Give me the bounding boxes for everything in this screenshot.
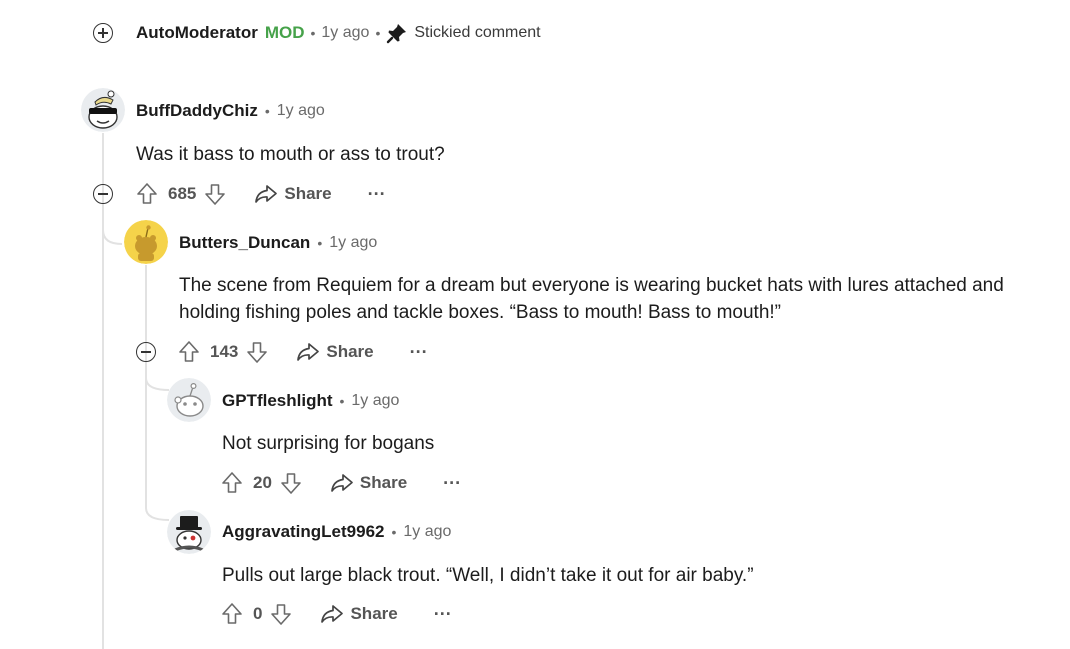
comment-header: GPTfleshlight • 1y ago — [222, 387, 399, 415]
comment-actions: 143 Share ··· — [178, 338, 428, 366]
upvote-icon[interactable] — [221, 471, 243, 495]
author-name[interactable]: Butters_Duncan — [179, 233, 310, 253]
comment-body: Was it bass to mouth or ass to trout? — [136, 144, 445, 165]
comment-actions: 0 Share ··· — [221, 600, 452, 628]
share-icon — [320, 603, 344, 625]
snoo-sunglasses-avatar[interactable] — [81, 88, 125, 132]
more-options-button[interactable]: ··· — [410, 342, 428, 363]
upvote-icon[interactable] — [136, 182, 158, 206]
comment-header: Butters_Duncan • 1y ago — [179, 229, 377, 257]
share-label: Share — [359, 473, 408, 492]
vote-count: 20 — [253, 473, 272, 492]
pin-icon — [386, 22, 408, 44]
more-options-button[interactable]: ··· — [434, 604, 452, 625]
separator-dot: • — [310, 25, 316, 41]
snoo-default-avatar[interactable] — [167, 378, 211, 422]
comment-body: Pulls out large black trout. “Well, I di… — [222, 565, 754, 586]
upvote-icon[interactable] — [178, 340, 200, 364]
mod-badge: MOD — [264, 23, 305, 42]
separator-dot: • — [391, 524, 397, 540]
snoo-tophat-avatar[interactable] — [167, 510, 211, 554]
timestamp[interactable]: 1y ago — [351, 392, 399, 410]
author-name[interactable]: AggravatingLet9962 — [222, 522, 385, 542]
author-name[interactable]: AutoModerator — [136, 23, 258, 43]
comment-body: Not surprising for bogans — [222, 433, 435, 454]
share-label: Share — [326, 342, 374, 361]
share-label: Share — [350, 604, 398, 623]
more-options-button[interactable]: ··· — [368, 184, 386, 205]
separator-dot: • — [264, 103, 270, 119]
collapse-thread-button[interactable] — [136, 342, 156, 362]
share-icon — [296, 341, 320, 363]
timestamp[interactable]: 1y ago — [329, 234, 377, 252]
share-label: Share — [284, 184, 332, 203]
share-button[interactable]: Share — [296, 341, 374, 363]
snoo-yellow-avatar[interactable] — [124, 220, 168, 264]
downvote-icon[interactable] — [246, 340, 268, 364]
author-name[interactable]: BuffDaddyChiz — [136, 101, 258, 121]
comment-actions: 20 Share ··· — [221, 469, 461, 497]
stickied-label: Stickied comment — [414, 24, 541, 41]
comment-actions: 685 Share ··· — [136, 180, 386, 208]
downvote-icon[interactable] — [204, 182, 226, 206]
share-button[interactable]: Share — [330, 472, 407, 494]
downvote-icon[interactable] — [270, 602, 292, 626]
author-name[interactable]: GPTfleshlight — [222, 391, 333, 411]
share-button[interactable]: Share — [320, 603, 398, 625]
collapse-thread-button[interactable] — [93, 184, 113, 204]
separator-dot: • — [375, 25, 381, 41]
comment-body: The scene from Requiem for a dream but e… — [179, 275, 1004, 323]
timestamp[interactable]: 1y ago — [321, 24, 369, 42]
share-icon — [254, 183, 278, 205]
vote-count: 685 — [168, 184, 197, 203]
sticky-comment-header: AutoModerator MOD • 1y ago • Stickied co… — [136, 19, 541, 47]
timestamp[interactable]: 1y ago — [403, 523, 451, 541]
share-button[interactable]: Share — [254, 183, 332, 205]
more-options-button[interactable]: ··· — [443, 473, 461, 494]
vote-count: 0 — [253, 604, 263, 623]
comment-header: AggravatingLet9962 • 1y ago — [222, 518, 451, 546]
separator-dot: • — [339, 393, 345, 409]
vote-count: 143 — [210, 342, 239, 361]
comment-header: BuffDaddyChiz • 1y ago — [136, 97, 325, 125]
share-icon — [330, 472, 354, 494]
timestamp[interactable]: 1y ago — [277, 102, 325, 120]
upvote-icon[interactable] — [221, 602, 243, 626]
expand-comment-button[interactable] — [93, 23, 113, 43]
downvote-icon[interactable] — [280, 471, 302, 495]
separator-dot: • — [317, 235, 323, 251]
